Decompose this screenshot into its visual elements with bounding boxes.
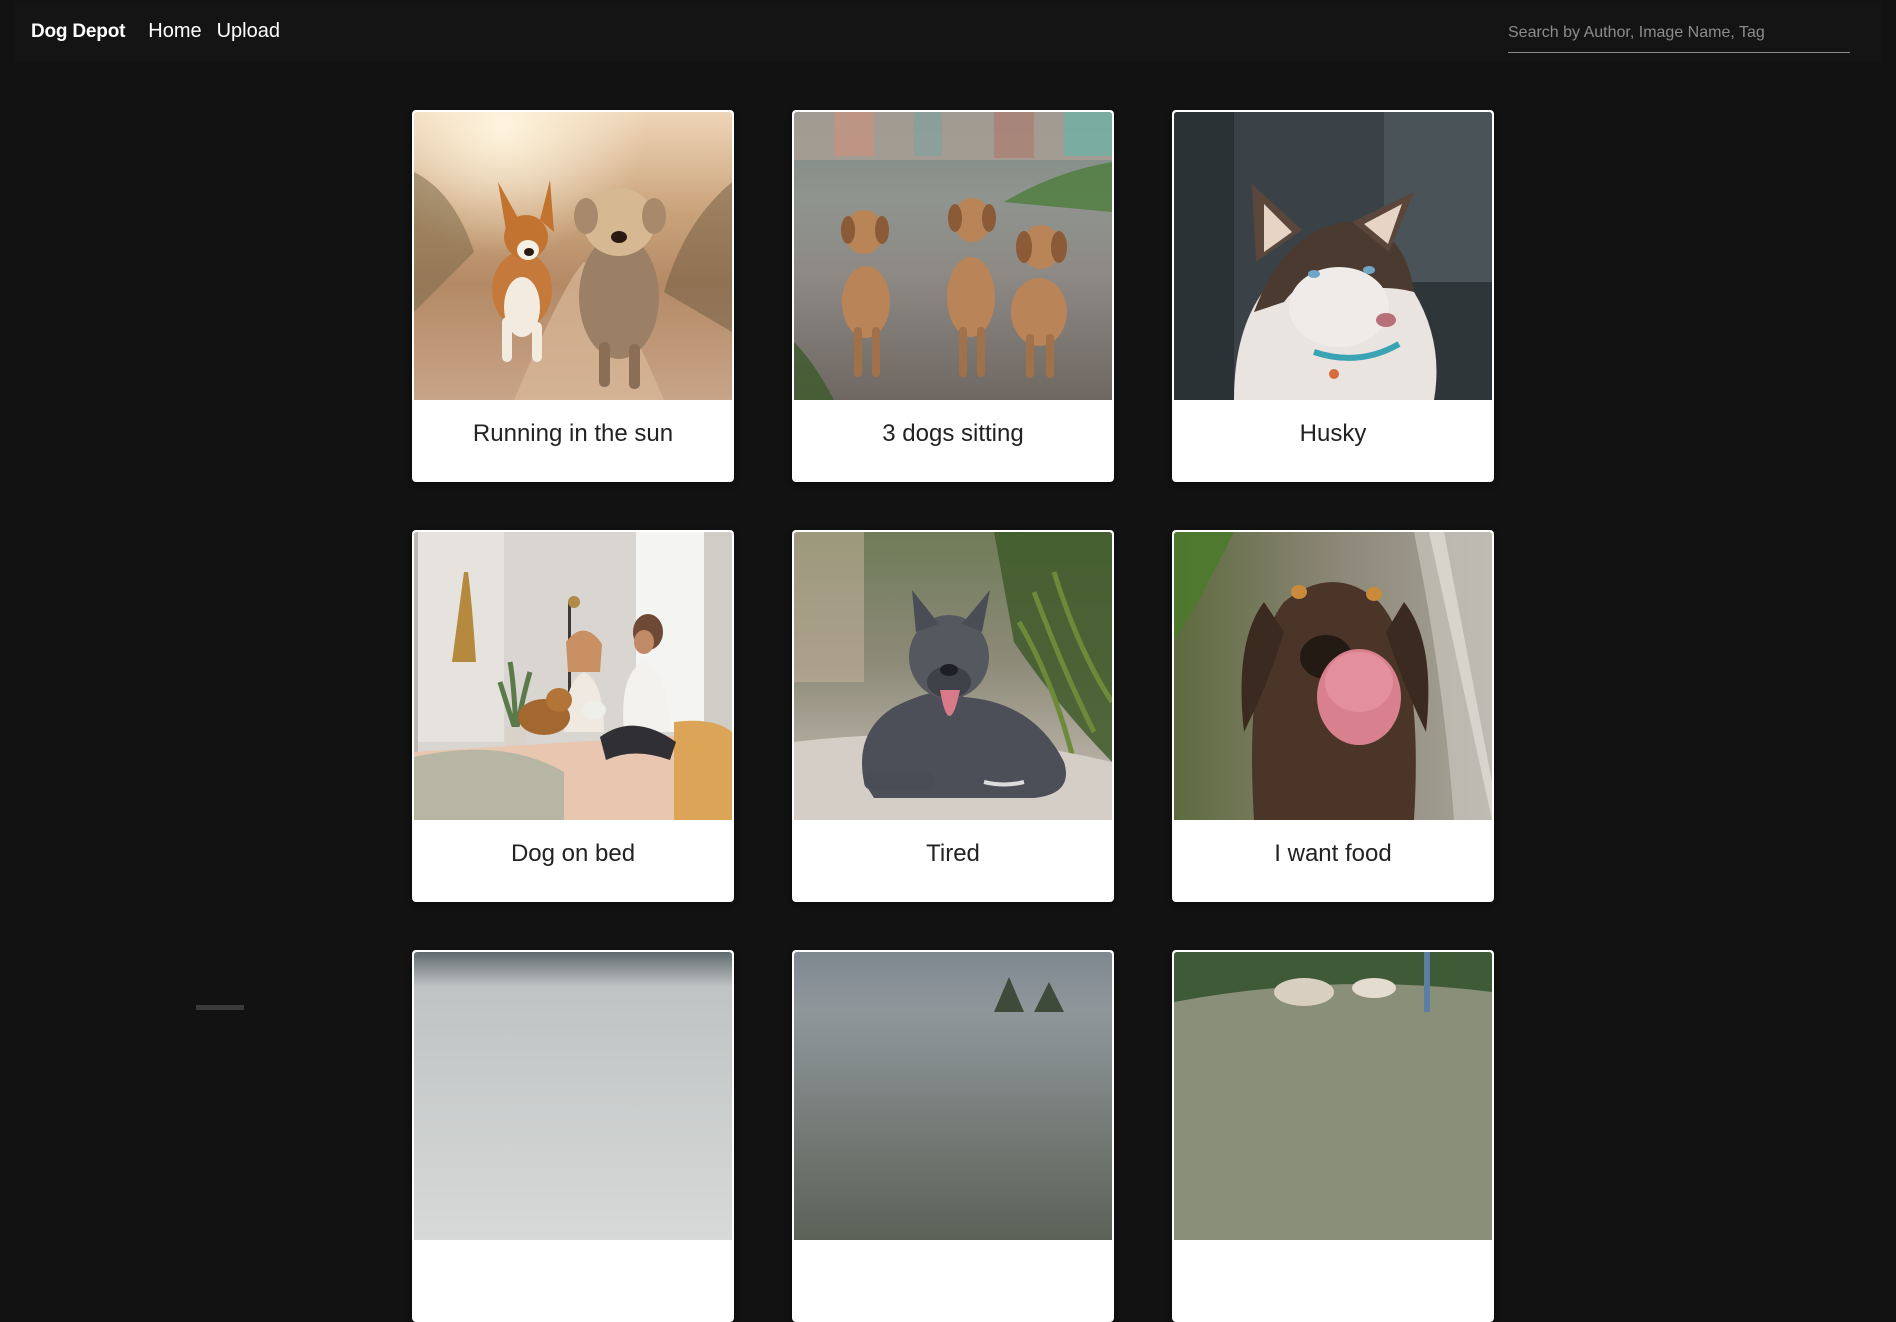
search-input[interactable] [1508,19,1850,42]
search-container [1508,19,1850,53]
pitbull-lying-photo [794,532,1112,820]
card-title [414,1240,732,1260]
nav-upload-link[interactable]: Upload [217,20,280,43]
horizontal-scrollbar-thumb[interactable] [196,1005,244,1010]
image-grid: Running in the sun 3 dogs sitting Husky … [412,110,1494,1322]
partial-photo [414,952,732,1240]
card-title: Husky [1299,420,1367,447]
image-card[interactable]: Dog on bed [412,530,734,902]
image-card[interactable] [1172,950,1494,1322]
labrador-licking-photo [1174,532,1492,820]
card-title: Running in the sun [472,420,674,447]
card-title: Dog on bed [510,840,636,867]
top-navbar: Dog Depot Home Upload [14,1,1882,62]
corgi-and-terrier-running-photo [414,112,732,400]
couple-with-dog-on-bed-photo [414,532,732,820]
card-title: Tired [926,840,980,867]
card-title [794,1240,1112,1260]
card-title: 3 dogs sitting [882,420,1024,447]
partial-photo [1174,952,1492,1240]
three-puppies-photo [794,112,1112,400]
card-title [1174,1240,1492,1260]
image-card[interactable]: Husky [1172,110,1494,482]
brand-logo-link[interactable]: Dog Depot [31,21,125,43]
husky-portrait-photo [1174,112,1492,400]
card-title: I want food [1274,840,1392,867]
partial-photo [794,952,1112,1240]
image-card[interactable] [412,950,734,1322]
image-card[interactable]: Running in the sun [412,110,734,482]
image-card[interactable]: 3 dogs sitting [792,110,1114,482]
image-card[interactable]: Tired [792,530,1114,902]
image-card[interactable]: I want food [1172,530,1494,902]
nav-home-link[interactable]: Home [148,20,201,43]
image-card[interactable] [792,950,1114,1322]
